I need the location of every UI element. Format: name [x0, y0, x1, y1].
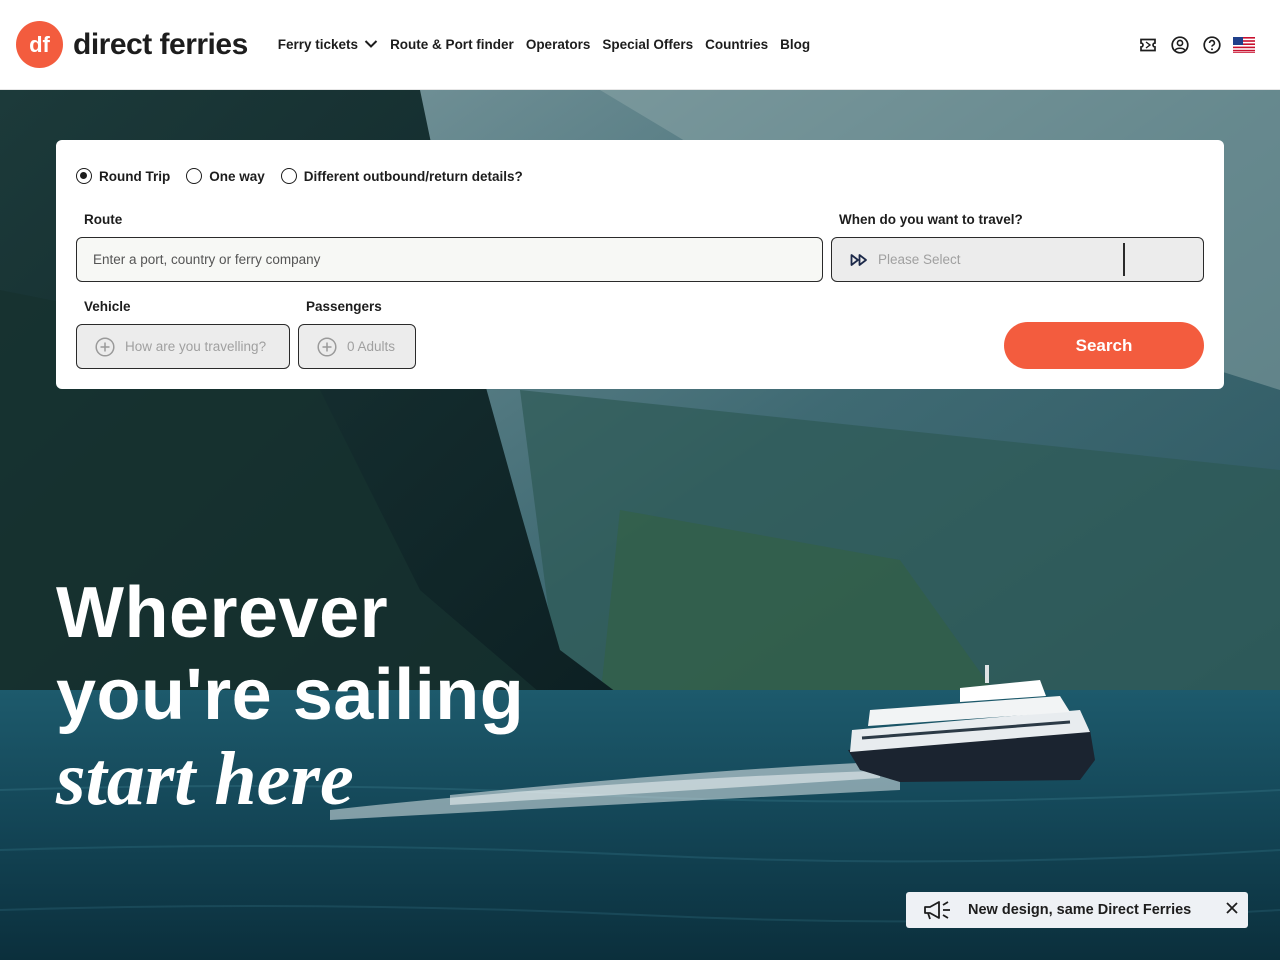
chevron-down-icon	[364, 37, 378, 52]
plus-circle-icon	[317, 336, 337, 357]
svg-text:df: df	[29, 32, 50, 57]
nav-blog[interactable]: Blog	[780, 37, 810, 52]
nav-route-port-finder[interactable]: Route & Port finder	[390, 37, 514, 52]
trip-type-different-details[interactable]: Different outbound/return details?	[280, 168, 523, 184]
close-icon[interactable]	[1224, 900, 1240, 916]
trip-type-round-trip[interactable]: Round Trip	[76, 168, 170, 184]
passengers-select[interactable]: 0 Adults	[298, 324, 416, 369]
nav-countries[interactable]: Countries	[705, 37, 768, 52]
brand-name: direct ferries	[73, 27, 248, 61]
logo-mark: df	[16, 21, 63, 68]
date-field-divider	[1123, 243, 1125, 276]
nav-ferry-tickets-label: Ferry tickets	[277, 37, 359, 52]
passengers-label: Passengers	[306, 299, 382, 314]
header-actions	[1132, 0, 1260, 90]
main-nav: Ferry tickets Route & Port finder Operat…	[278, 37, 822, 52]
trip-type-different-details-label: Different outbound/return details?	[303, 168, 523, 184]
route-label: Route	[84, 212, 123, 227]
trip-type-one-way[interactable]: One way	[186, 168, 265, 184]
trip-type-options: Round Trip One way Different outbound/re…	[76, 168, 539, 184]
trip-type-round-trip-label: Round Trip	[99, 168, 171, 184]
radio-one-way[interactable]	[186, 168, 203, 184]
nav-special-offers[interactable]: Special Offers	[602, 37, 693, 52]
site-header: df direct ferries Ferry tickets Route & …	[0, 0, 1280, 90]
hero-line-3: start here	[56, 737, 354, 821]
announcement-toast: New design, same Direct Ferries	[906, 892, 1248, 928]
radio-different-details[interactable]	[280, 168, 297, 184]
plus-circle-icon	[95, 336, 115, 357]
travel-date-field[interactable]: Please Select	[831, 237, 1204, 282]
help-icon[interactable]	[1196, 29, 1228, 61]
brand-logo[interactable]: df direct ferries	[16, 21, 248, 68]
passengers-placeholder: 0 Adults	[347, 339, 396, 354]
trip-type-one-way-label: One way	[209, 168, 265, 184]
date-placeholder: Please Select	[878, 252, 961, 267]
fast-forward-icon	[850, 253, 868, 267]
hero-headline: Wherever you're sailing start here	[56, 572, 524, 822]
nav-operators[interactable]: Operators	[526, 37, 591, 52]
ferry-search-panel: Round Trip One way Different outbound/re…	[56, 140, 1224, 389]
search-button[interactable]: Search	[1004, 322, 1204, 369]
megaphone-icon	[922, 899, 952, 921]
vehicle-placeholder: How are you travelling?	[125, 339, 267, 354]
vehicle-select[interactable]: How are you travelling?	[76, 324, 290, 369]
nav-ferry-tickets[interactable]: Ferry tickets	[278, 37, 378, 52]
radio-round-trip[interactable]	[76, 168, 92, 184]
hero-line-1: Wherever	[56, 573, 389, 653]
toast-message: New design, same Direct Ferries	[968, 902, 1192, 918]
hero-line-2: you're sailing	[56, 655, 525, 735]
vehicle-label: Vehicle	[84, 299, 131, 314]
ticket-icon[interactable]	[1132, 29, 1164, 61]
account-icon[interactable]	[1164, 29, 1196, 61]
route-input[interactable]	[76, 237, 823, 282]
date-label: When do you want to travel?	[839, 212, 1023, 227]
us-flag-icon[interactable]	[1228, 29, 1260, 61]
